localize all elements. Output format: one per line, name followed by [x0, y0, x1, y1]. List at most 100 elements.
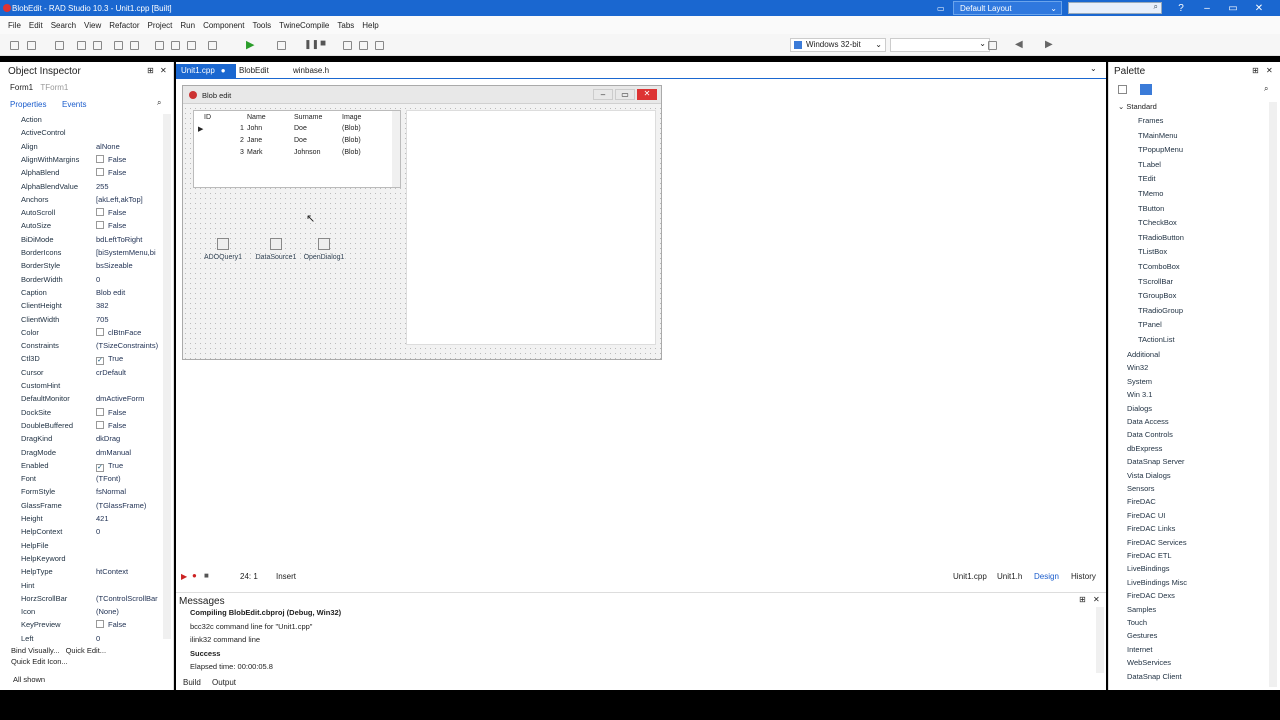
property-value[interactable]: (TFont) — [96, 474, 162, 483]
close-icon[interactable]: ✕ — [1266, 66, 1273, 75]
menu-tools[interactable]: Tools — [252, 21, 271, 30]
property-value[interactable]: clBtnFace — [96, 327, 162, 337]
property-row[interactable]: Height 421 — [0, 512, 165, 525]
property-row[interactable]: Constraints (TSizeConstraints) — [0, 339, 165, 352]
menu-twinecompile[interactable]: TwineCompile — [279, 21, 329, 30]
property-row[interactable]: Enabled ✓ True — [0, 459, 165, 472]
checkbox[interactable] — [96, 208, 104, 217]
paste-icon[interactable] — [171, 41, 180, 50]
property-row[interactable]: Hint — [0, 579, 165, 592]
property-value[interactable]: False — [96, 620, 162, 629]
save-all-icon[interactable] — [77, 41, 86, 50]
open-icon[interactable] — [27, 41, 36, 50]
palette-category[interactable]: Samples — [1127, 605, 1156, 614]
property-row[interactable]: ClientWidth 705 — [0, 313, 165, 326]
palette-category[interactable]: FireDAC Links — [1127, 524, 1175, 533]
menu-component[interactable]: Component — [203, 21, 244, 30]
property-row[interactable]: Ctl3D ✓ True — [0, 352, 165, 366]
checkbox[interactable] — [96, 168, 104, 177]
new-icon[interactable] — [10, 41, 19, 50]
run-to-cursor-icon[interactable] — [375, 41, 384, 50]
palette-item[interactable]: TPanel — [1138, 320, 1162, 329]
palette-category[interactable]: FireDAC Dexs — [1127, 591, 1175, 600]
filter-icon[interactable] — [1140, 84, 1152, 95]
menu-run[interactable]: Run — [180, 21, 195, 30]
property-value[interactable]: 705 — [96, 315, 162, 324]
pin-icon[interactable]: ⊞ — [1079, 595, 1086, 604]
message-success[interactable]: Success — [190, 649, 220, 658]
bottom-tab-history[interactable]: History — [1071, 572, 1096, 581]
property-value[interactable]: False — [96, 154, 162, 164]
forward-icon[interactable]: ▶ — [1045, 39, 1053, 50]
open-project-icon[interactable] — [114, 41, 123, 50]
menu-file[interactable]: File — [8, 21, 21, 30]
close-icon[interactable]: ✕ — [160, 66, 167, 75]
property-row[interactable]: KeyPreview False — [0, 618, 165, 631]
property-value[interactable]: [akLeft,akTop] — [96, 195, 162, 204]
property-row[interactable]: Action — [0, 113, 165, 126]
menu-tabs[interactable]: Tabs — [337, 21, 354, 30]
menu-view[interactable]: View — [84, 21, 101, 30]
palette-item[interactable]: TListBox — [1138, 247, 1167, 256]
palette-category[interactable]: LiveBindings — [1127, 564, 1170, 573]
property-row[interactable]: Caption Blob edit — [0, 286, 165, 299]
property-value[interactable]: False — [96, 221, 162, 230]
checkbox[interactable] — [96, 221, 104, 230]
palette-category[interactable]: Internet — [1127, 645, 1152, 654]
category-standard[interactable]: ⌄ Standard — [1118, 102, 1157, 111]
run-icon[interactable]: ▶ — [246, 38, 254, 51]
property-value[interactable]: False — [96, 407, 162, 417]
property-row[interactable]: HelpKeyword — [0, 552, 165, 565]
property-value[interactable]: 0 — [96, 275, 162, 284]
search-icon[interactable]: ⌕ — [157, 98, 161, 108]
close-button[interactable]: ✕ — [1246, 3, 1272, 14]
palette-scrollbar[interactable] — [1269, 102, 1277, 687]
run-without-debug-icon[interactable] — [277, 41, 286, 50]
palette-item[interactable]: TButton — [1138, 204, 1164, 213]
close-icon[interactable]: ✕ — [1093, 595, 1100, 604]
device-icon[interactable] — [988, 41, 997, 50]
property-row[interactable]: Icon (None) — [0, 605, 165, 618]
monitor-icon[interactable]: ▭ — [937, 1, 949, 15]
palette-item[interactable]: TRadioButton — [1138, 233, 1184, 242]
checkbox[interactable] — [96, 420, 104, 429]
property-row[interactable]: HelpFile — [0, 539, 165, 552]
palette-category[interactable]: Dialogs — [1127, 404, 1152, 413]
ide-search-input[interactable]: ⌕ — [1068, 2, 1162, 14]
property-row[interactable]: HelpType htContext — [0, 565, 165, 578]
palette-item[interactable]: TPopupMenu — [1138, 145, 1183, 154]
dbgrid[interactable]: ID Name Surname Image ▶ 1 John Doe (Blob) 2 J… — [193, 110, 401, 188]
property-value[interactable]: 382 — [96, 301, 162, 310]
property-scrollbar[interactable] — [163, 114, 171, 639]
checkbox[interactable]: ✓ — [96, 357, 104, 366]
minimize-button[interactable]: – — [1194, 3, 1220, 14]
palette-category[interactable]: Sensors — [1127, 484, 1155, 493]
message-line[interactable]: Compiling BlobEdit.cbproj (Debug, Win32) — [190, 608, 341, 617]
property-value[interactable]: (TGlassFrame) — [96, 501, 162, 510]
tab-output[interactable]: Output — [212, 678, 236, 687]
designer-form[interactable]: Blob edit – ▭ ✕ ID Name Surname Image ▶ … — [182, 85, 662, 360]
menu-help[interactable]: Help — [362, 21, 378, 30]
palette-category[interactable]: dbExpress — [1127, 444, 1162, 453]
help-icon[interactable]: ? — [1168, 3, 1194, 14]
stop-icon[interactable]: ■ — [320, 38, 326, 49]
pin-icon[interactable]: ⊞ — [147, 66, 154, 75]
property-row[interactable]: FormStyle fsNormal — [0, 485, 165, 498]
property-value[interactable]: bsSizeable — [96, 261, 162, 270]
checkbox[interactable] — [96, 407, 104, 416]
property-value[interactable]: bdLeftToRight — [96, 235, 162, 244]
palette-category[interactable]: FireDAC ETL — [1127, 551, 1172, 560]
macro-stop-icon[interactable]: ■ — [204, 571, 209, 580]
tab-unit1-cpp[interactable]: Unit1.cpp ● — [176, 64, 236, 78]
tab-events[interactable]: Events — [62, 100, 86, 109]
palette-category[interactable]: LiveBindings Misc — [1127, 578, 1187, 587]
macro-play-icon[interactable]: ▶ — [181, 572, 187, 581]
property-row[interactable]: HelpContext 0 — [0, 525, 165, 538]
property-row[interactable]: BorderIcons [biSystemMenu,bi — [0, 246, 165, 259]
tab-properties[interactable]: Properties — [10, 100, 46, 109]
property-value[interactable]: dkDrag — [96, 434, 162, 443]
trace-into-icon[interactable] — [359, 41, 368, 50]
property-row[interactable]: AutoSize False — [0, 219, 165, 232]
config-selector[interactable]: ⌄ — [890, 38, 990, 52]
message-line[interactable]: ilink32 command line — [190, 635, 260, 644]
